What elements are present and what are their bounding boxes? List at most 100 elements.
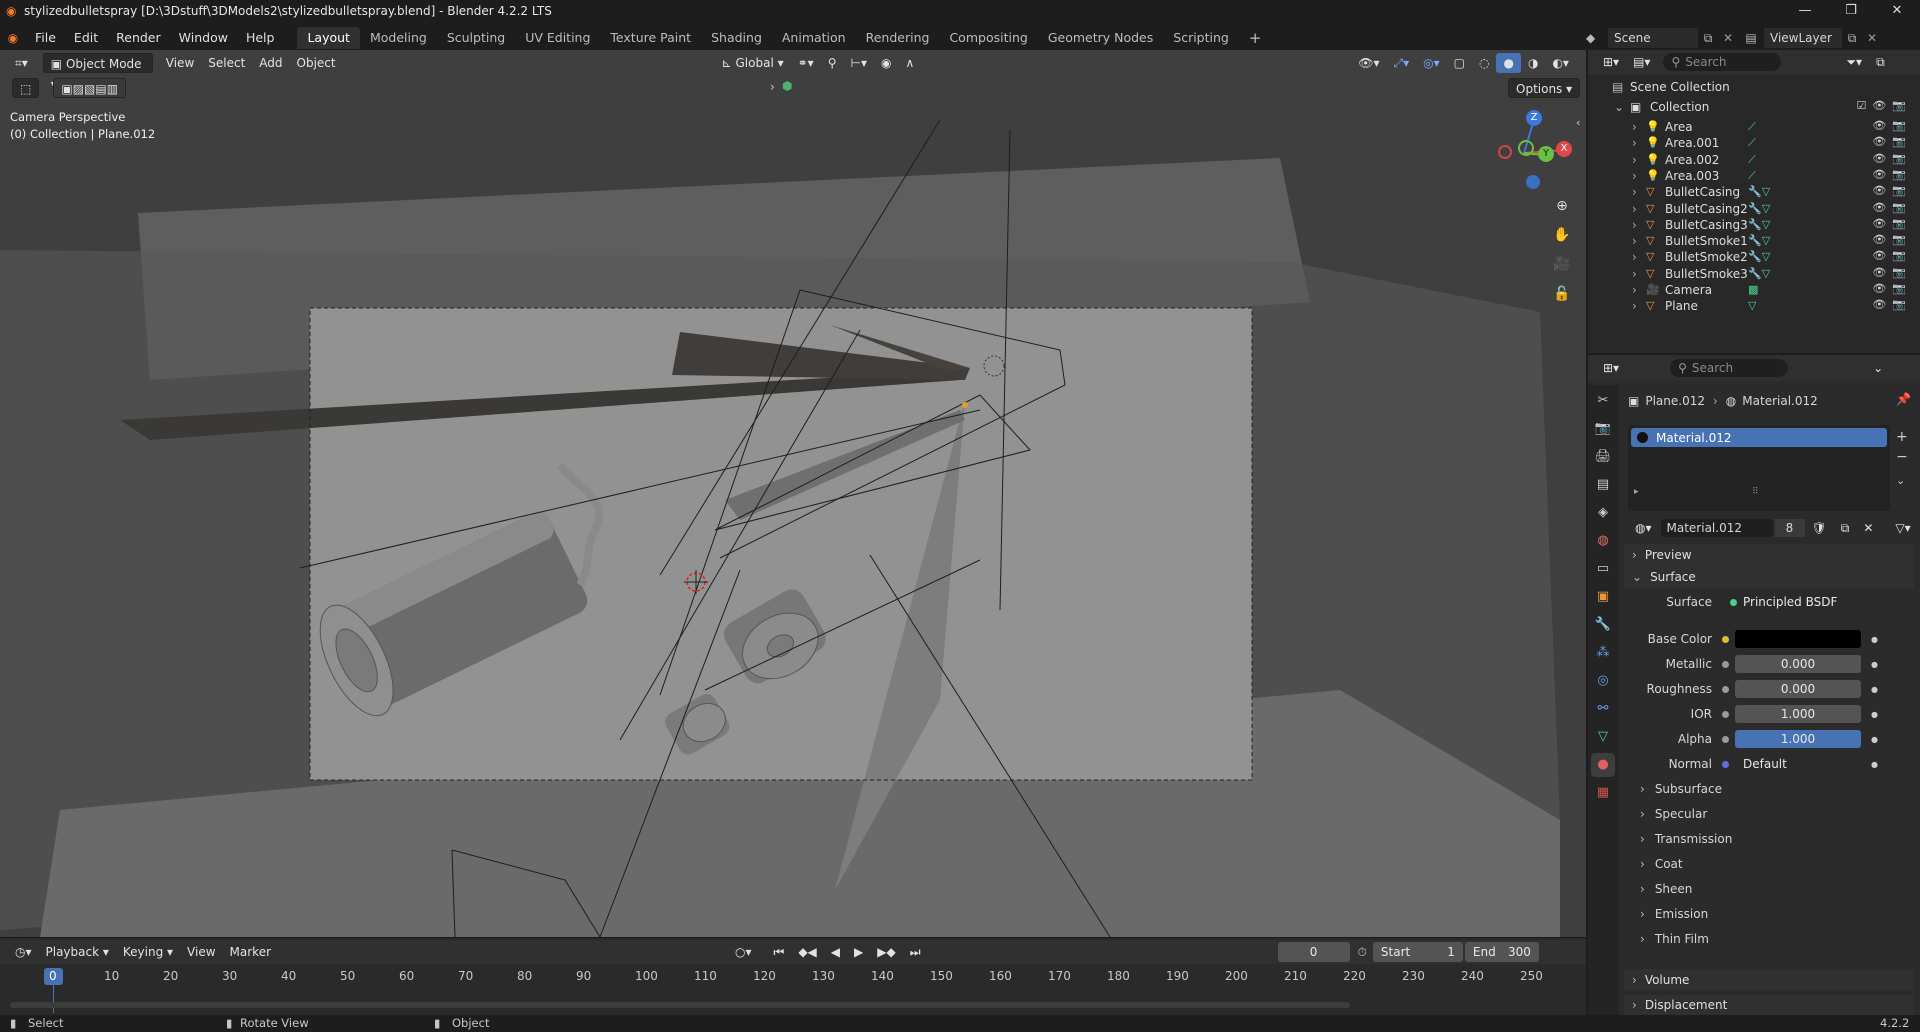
chevron-right-icon[interactable]: ›	[1632, 250, 1637, 264]
properties-editor[interactable]: ⊞▾ ⚲ Search ⌄ ✂ 📷 🖨 ▤ ◈ ◍ ▭ ▣ 🔧 ⁂ ◎ ⚯ ▽ ●…	[1588, 355, 1920, 1015]
menu-add[interactable]: Add	[252, 53, 289, 73]
menu-object[interactable]: Object	[290, 53, 343, 73]
menu-view[interactable]: View	[159, 53, 201, 73]
visibility-toggles[interactable]: 👁📷	[1872, 119, 1912, 132]
data-icon[interactable]: ⟋	[1748, 120, 1756, 134]
chevron-down-icon[interactable]: ⌄	[1614, 100, 1624, 114]
visibility-toggles[interactable]: 👁📷	[1872, 282, 1912, 295]
properties-options-icon[interactable]: ⌄	[1866, 358, 1890, 378]
subsection-panel[interactable]: › Subsurface	[1632, 778, 1912, 800]
outliner-search[interactable]: ⚲ Search	[1663, 53, 1782, 71]
lock-camera-icon[interactable]: 🔓	[1549, 281, 1575, 307]
data-tab-icon[interactable]: ▽	[1591, 725, 1615, 749]
wireframe-shading-icon[interactable]: ◌	[1472, 53, 1496, 73]
remove-slot-icon[interactable]: −	[1896, 447, 1908, 467]
data-icon[interactable]: 🔧▽	[1748, 267, 1770, 280]
filter-icon[interactable]: ⏷▾	[1839, 52, 1869, 72]
expand-slot-icon[interactable]: ▸	[1634, 487, 1639, 497]
browse-material-icon[interactable]: ◍▾	[1628, 518, 1659, 538]
chevron-right-icon[interactable]: ›	[1632, 185, 1637, 199]
start-frame-field[interactable]: Start 1	[1372, 942, 1463, 962]
visibility-toggles[interactable]: 👁📷	[1872, 135, 1912, 148]
editor-type-icon[interactable]: ⌗▾	[8, 53, 35, 73]
pin-icon[interactable]: 📌	[1896, 392, 1911, 406]
chevron-right-icon[interactable]: ›	[1632, 153, 1637, 167]
material-shading-icon[interactable]: ◑	[1521, 53, 1545, 73]
auto-key-icon[interactable]: ○▾	[728, 942, 759, 962]
tab-animation[interactable]: Animation	[772, 27, 856, 49]
keyframe-dot-icon[interactable]: ●	[1871, 660, 1878, 669]
mode-selector[interactable]: ▣ Object Mode ▾	[42, 53, 153, 91]
transform-orientation-selector[interactable]: ⊾ Global ▾	[715, 53, 791, 73]
outliner-item[interactable]: › ▽ Plane ▽ 👁📷	[1588, 296, 1920, 316]
chevron-right-icon[interactable]: ›	[1632, 202, 1637, 216]
collection-tab-icon[interactable]: ▭	[1591, 557, 1615, 581]
tab-modeling[interactable]: Modeling	[360, 27, 437, 49]
navigation-gizmo[interactable]: Z Y X	[1494, 108, 1584, 193]
data-icon[interactable]: 🔧▽	[1748, 234, 1770, 247]
modifier-tab-icon[interactable]: 🔧	[1591, 613, 1615, 637]
y-axis-icon[interactable]: Y	[1538, 146, 1554, 162]
menu-playback[interactable]: Playback ▾	[39, 942, 116, 962]
remove-scene-icon[interactable]: ✕	[1718, 31, 1738, 45]
visibility-toggles[interactable]: 👁📷	[1872, 266, 1912, 279]
chevron-right-icon[interactable]: ›	[1632, 120, 1637, 134]
visibility-toggles[interactable]: 👁📷	[1872, 201, 1912, 214]
solid-shading-icon[interactable]: ●	[1496, 53, 1521, 73]
visibility-toggles[interactable]: 👁📷	[1872, 184, 1912, 197]
resize-handle-icon[interactable]: ⠿	[1752, 487, 1759, 497]
collection-row[interactable]: ⌄ ▣ Collection ☑👁📷	[1588, 97, 1920, 117]
menu-keying[interactable]: Keying ▾	[116, 942, 180, 962]
data-icon[interactable]: 🔧▽	[1748, 202, 1770, 215]
visibility-toggles[interactable]: 👁📷	[1872, 298, 1912, 311]
menu-help[interactable]: Help	[237, 27, 284, 49]
view-layer-selector[interactable]: ViewLayer	[1764, 28, 1842, 48]
rendered-shading-icon[interactable]: ◐▾	[1545, 53, 1576, 73]
gizmo-toggle-icon[interactable]: ⤢▾	[1387, 53, 1417, 73]
scene-icon[interactable]: ◆	[1586, 31, 1608, 45]
tab-sculpting[interactable]: Sculpting	[437, 27, 515, 49]
tab-layout[interactable]: Layout	[297, 27, 360, 49]
data-icon[interactable]: ▩	[1748, 283, 1758, 296]
new-scene-icon[interactable]: ⧉	[1698, 31, 1718, 46]
subsection-panel[interactable]: › Transmission	[1632, 828, 1912, 850]
select-mode-icons[interactable]: ▣▨▧▤▥	[53, 78, 127, 98]
maximize-button[interactable]: ❐	[1828, 0, 1874, 24]
fake-user-icon[interactable]: 🛡	[1805, 518, 1834, 538]
menu-edit[interactable]: Edit	[65, 27, 107, 49]
surface-shader-field[interactable]: Principled BSDF	[1722, 593, 1864, 611]
neg-z-axis-icon[interactable]	[1526, 175, 1540, 189]
visibility-toggles[interactable]: 👁📷	[1872, 152, 1912, 165]
neg-x-axis-icon[interactable]	[1498, 145, 1512, 159]
field-value[interactable]: 0.000	[1735, 655, 1861, 673]
chevron-right-icon[interactable]: ›	[1632, 234, 1637, 248]
view-layer-icon[interactable]: ▤	[1738, 31, 1764, 45]
object-tab-icon[interactable]: ▣	[1591, 585, 1615, 609]
add-slot-icon[interactable]: +	[1896, 427, 1908, 447]
snap-icon[interactable]: ⚲	[821, 53, 844, 73]
material-name-field[interactable]: Material.012	[1660, 519, 1773, 537]
pan-hand-icon[interactable]: ✋	[1549, 222, 1575, 248]
surface-panel[interactable]: ⌄ Surface	[1624, 566, 1914, 588]
pivot-point-icon[interactable]: ⚭▾	[791, 53, 821, 73]
visibility-icon[interactable]: 👁▾	[1351, 53, 1386, 73]
socket-icon[interactable]	[1722, 735, 1729, 743]
scene-collection-row[interactable]: ▤ Scene Collection	[1588, 77, 1920, 97]
subsection-panel[interactable]: › Coat	[1632, 853, 1912, 875]
subsection-panel[interactable]: › Sheen	[1632, 878, 1912, 900]
blender-menu-icon[interactable]: ◉	[0, 31, 26, 45]
data-icon[interactable]: ⟋	[1748, 136, 1756, 150]
options-button[interactable]: Options ▾	[1508, 78, 1581, 98]
visibility-toggles[interactable]: 👁📷	[1872, 168, 1912, 181]
zoom-icon[interactable]: ⊕	[1549, 193, 1575, 219]
jump-keyframe-back-icon[interactable]: ◆◀	[791, 942, 823, 962]
close-button[interactable]: ✕	[1874, 0, 1920, 24]
duplicate-material-icon[interactable]: ⧉	[1834, 518, 1857, 538]
timeline[interactable]: ◷▾ Playback ▾ Keying ▾ View Marker ○▾ ⏮ …	[0, 937, 1586, 1015]
timeline-editor-icon[interactable]: ◷▾	[8, 942, 39, 962]
scene-tab-icon[interactable]: ◈	[1591, 501, 1615, 525]
visibility-toggles[interactable]: 👁📷	[1872, 217, 1912, 230]
jump-start-icon[interactable]: ⏮	[767, 942, 792, 962]
texture-tab-icon[interactable]: ▦	[1591, 781, 1615, 805]
chevron-right-icon[interactable]: ›	[1632, 267, 1637, 281]
